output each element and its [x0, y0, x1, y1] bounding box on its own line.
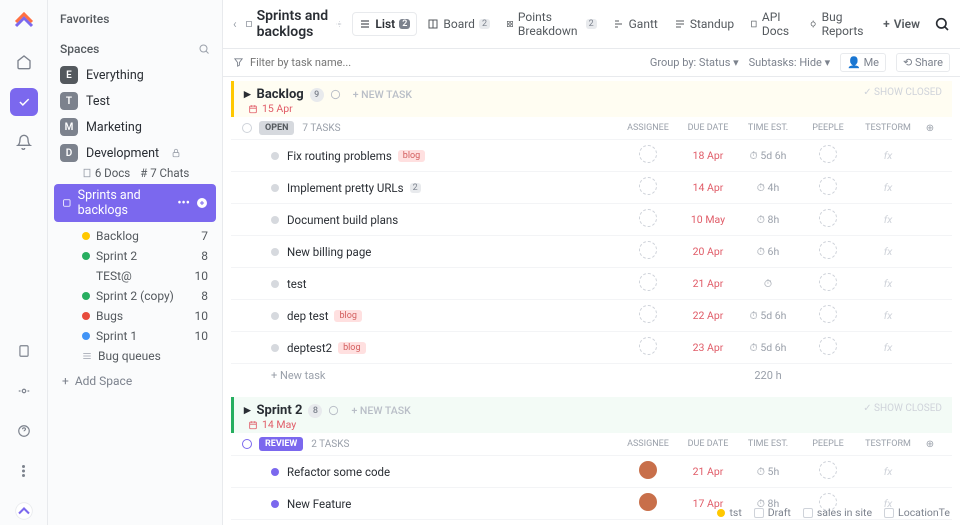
list-item[interactable]: TESt@10: [54, 266, 216, 286]
main: ‹ Sprints and backlogs List2 Board2 Poin…: [223, 0, 960, 525]
settings-icon[interactable]: [330, 89, 341, 100]
list-item[interactable]: Sprint 28: [54, 246, 216, 266]
list-item[interactable]: Sprint 110: [54, 326, 216, 346]
more-icon[interactable]: [10, 457, 38, 485]
options-bar: Group by: Status ▾ Subtasks: Hide ▾ 👤 Me…: [223, 49, 960, 77]
subtasks-toggle[interactable]: Subtasks: Hide ▾: [749, 56, 831, 69]
backlog-title: Backlog: [257, 87, 304, 102]
task-row[interactable]: test21 Apr⏱fx: [231, 267, 952, 299]
new-task-button[interactable]: + NEW TASK: [351, 404, 410, 417]
chip-tst[interactable]: tst: [717, 506, 741, 519]
add-view-button[interactable]: + View: [877, 13, 926, 35]
space-test[interactable]: TTest: [54, 88, 216, 114]
task-row[interactable]: Document build plans10 May⏱ 8hfx: [231, 203, 952, 235]
bottom-bar: tst Draft sales in site LocationTe: [230, 506, 950, 519]
list-item[interactable]: Sprint 2 (copy)8: [54, 286, 216, 306]
new-task-row[interactable]: + New task220 h: [231, 363, 952, 387]
bug-queues[interactable]: Bug queues: [54, 346, 216, 366]
space-everything[interactable]: EEverything: [54, 62, 216, 88]
search-icon[interactable]: [198, 43, 210, 55]
share-button[interactable]: ⟲ Share: [896, 53, 950, 72]
group-by[interactable]: Group by: Status ▾: [650, 56, 739, 69]
tasks-icon[interactable]: [10, 88, 38, 116]
show-closed[interactable]: ✓ SHOW CLOSED: [863, 87, 942, 98]
doc-icon[interactable]: [10, 337, 38, 365]
task-row[interactable]: New billing page20 Apr⏱ 6hfx: [231, 235, 952, 267]
task-row[interactable]: deptest2blog23 Apr⏱ 5d 6hfx: [231, 331, 952, 363]
search-icon[interactable]: [934, 16, 950, 32]
view-api[interactable]: API Docs: [744, 6, 799, 42]
bell-icon[interactable]: [10, 128, 38, 156]
more-icon: •••: [177, 196, 190, 211]
filter-icon[interactable]: [233, 57, 244, 68]
page-title: Sprints and backlogs: [245, 8, 343, 40]
space-development[interactable]: DDevelopment: [54, 140, 216, 166]
topbar: ‹ Sprints and backlogs List2 Board2 Poin…: [223, 0, 960, 49]
content: ▸Backlog9+ NEW TASK ✓ SHOW CLOSED 15 Apr…: [223, 77, 960, 525]
backlog-date: 15 Apr: [244, 102, 942, 115]
collapse-icon[interactable]: ‹: [233, 17, 237, 31]
selected-list[interactable]: Sprints and backlogs •••: [54, 184, 216, 222]
new-task-button[interactable]: + NEW TASK: [353, 88, 412, 101]
task-row[interactable]: Implement pretty URLs214 Apr⏱ 4hfx: [231, 171, 952, 203]
help-icon[interactable]: [10, 417, 38, 445]
sidebar: Favorites Spaces EEverything TTest MMark…: [48, 0, 223, 525]
task-row[interactable]: Fix routing problemsblog18 Apr⏱ 5d 6hfx: [231, 139, 952, 171]
view-bugs[interactable]: Bug Reports: [803, 6, 873, 42]
logo-icon: [10, 8, 38, 36]
settings-icon[interactable]: [328, 405, 339, 416]
add-column-icon[interactable]: ⊕: [918, 439, 942, 450]
filter-input[interactable]: [250, 56, 650, 69]
view-points[interactable]: Points Breakdown2: [500, 6, 603, 42]
space-marketing[interactable]: MMarketing: [54, 114, 216, 140]
add-column-icon[interactable]: ⊕: [918, 123, 942, 134]
list-item[interactable]: Backlog7: [54, 226, 216, 246]
view-standup[interactable]: Standup: [668, 13, 740, 35]
task-row[interactable]: dep testblog22 Apr⏱ 5d 6hfx: [231, 299, 952, 331]
view-list[interactable]: List2: [352, 12, 417, 36]
gear-icon: [336, 18, 343, 30]
me-button[interactable]: 👤 Me: [840, 53, 886, 72]
sprint2-date: 14 May: [244, 418, 942, 431]
chip-sales[interactable]: sales in site: [803, 506, 872, 519]
favorites-label[interactable]: Favorites: [54, 8, 216, 30]
view-gantt[interactable]: Gantt: [607, 13, 664, 35]
app-icon[interactable]: [10, 497, 38, 525]
show-closed[interactable]: ✓ SHOW CLOSED: [863, 403, 942, 414]
group-header-review: REVIEW 2 TASKS ASSIGNEE DUE DATE TIME ES…: [231, 433, 952, 455]
list-item[interactable]: Bugs10: [54, 306, 216, 326]
pulse-icon[interactable]: [10, 377, 38, 405]
section-backlog: ▸Backlog9+ NEW TASK ✓ SHOW CLOSED 15 Apr…: [231, 81, 952, 387]
plus-icon: [196, 197, 208, 209]
task-row[interactable]: Refactor some code21 Apr⏱ 5hfx: [231, 455, 952, 487]
docs-chats[interactable]: 6 Docs # 7 Chats: [54, 166, 216, 180]
home-icon[interactable]: [10, 48, 38, 76]
sprint2-title: Sprint 2: [257, 403, 303, 418]
group-header: OPEN 7 TASKS ASSIGNEE DUE DATE TIME EST.…: [231, 117, 952, 139]
chip-draft[interactable]: Draft: [754, 506, 791, 519]
add-space-button[interactable]: + Add Space: [54, 366, 216, 396]
new-task-row[interactable]: + New task13 h: [231, 519, 952, 525]
spaces-label: Spaces: [60, 42, 99, 56]
chip-location[interactable]: LocationTe: [884, 506, 950, 519]
view-board[interactable]: Board2: [421, 13, 496, 35]
